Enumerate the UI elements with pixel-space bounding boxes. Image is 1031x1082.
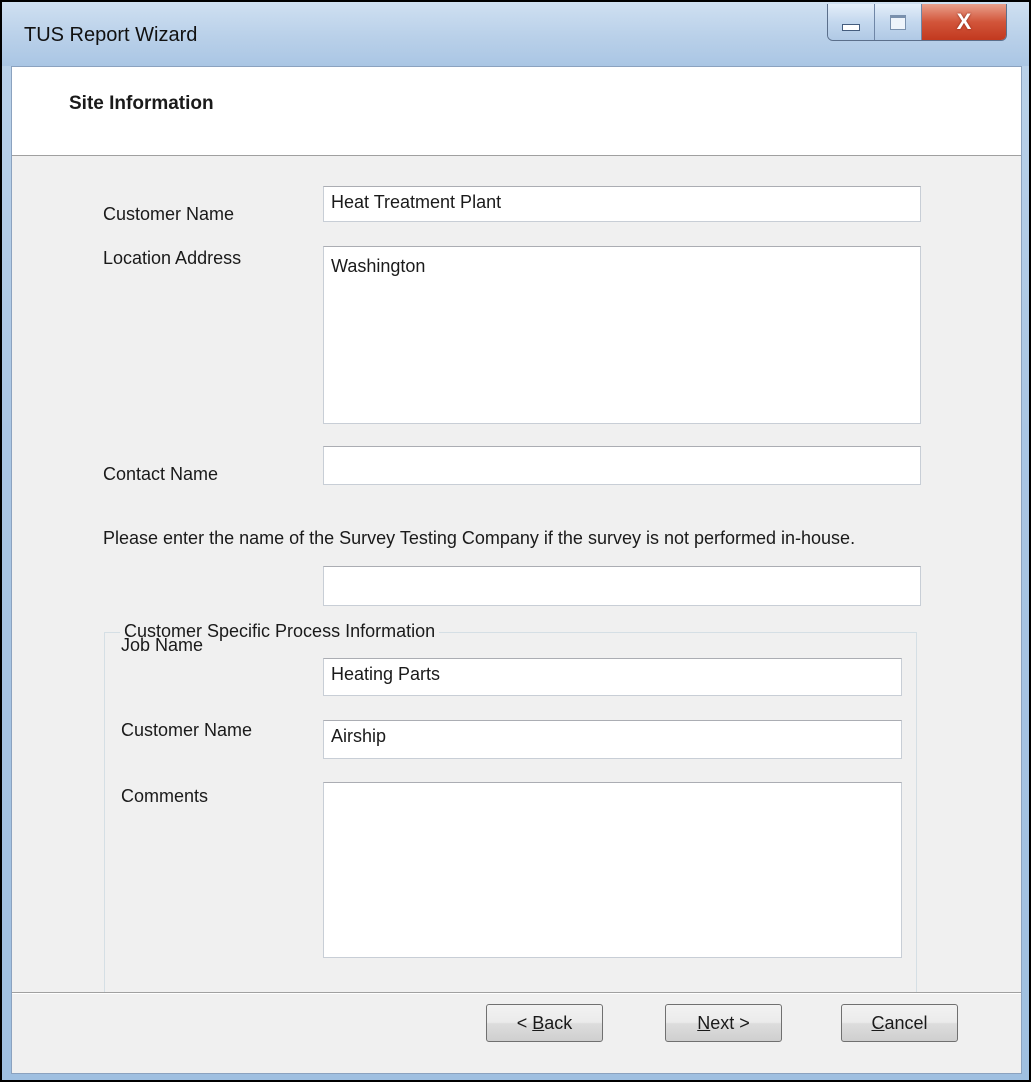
cancel-button-label: Cancel [871,1013,927,1034]
next-button[interactable]: Next > [665,1004,782,1042]
back-button[interactable]: < Back [486,1004,603,1042]
process-customer-name-field[interactable]: Airship [323,720,902,759]
back-button-label: < Back [517,1013,573,1034]
cancel-button[interactable]: Cancel [841,1004,958,1042]
footer-separator [12,992,1021,994]
back-button-label-prefix: < [516,1012,533,1033]
next-button-mnemonic: N [697,1012,711,1033]
close-button[interactable]: X [922,4,1006,40]
maximize-icon [890,14,906,30]
comments-label: Comments [121,786,209,806]
next-button-label-rest: ext > [710,1012,750,1033]
back-button-mnemonic: B [532,1012,545,1033]
wizard-client-area: Site Information Customer Name Heat Trea… [11,66,1022,1074]
survey-company-field[interactable] [323,566,921,606]
maximize-button[interactable] [875,4,922,40]
next-button-label: Next > [697,1013,750,1034]
location-address-field[interactable]: Washington [323,246,921,424]
page-title: Site Information [69,93,214,114]
wizard-header: Site Information [12,67,1021,156]
wizard-window: TUS Report Wizard X Site Information Cus… [0,0,1031,1082]
close-icon: X [956,9,972,34]
location-address-label: Location Address [103,248,242,268]
contact-name-field[interactable] [323,446,921,485]
survey-company-prompt: Please enter the name of the Survey Test… [103,528,856,548]
contact-name-label: Contact Name [103,464,219,484]
minimize-icon [842,23,860,31]
back-button-label-rest: ack [544,1012,573,1033]
job-name-label: Job Name [121,635,204,655]
cancel-button-mnemonic: C [871,1012,885,1033]
window-title: TUS Report Wizard [24,24,198,46]
minimize-button[interactable] [828,4,875,40]
caption-buttons: X [827,4,1007,41]
customer-name-field[interactable]: Heat Treatment Plant [323,186,921,222]
process-customer-name-label: Customer Name [121,720,253,740]
cancel-button-label-rest: ancel [884,1012,928,1033]
job-name-field[interactable]: Heating Parts [323,658,902,696]
comments-field[interactable] [323,782,902,958]
title-bar[interactable]: TUS Report Wizard X [2,2,1029,66]
customer-name-label: Customer Name [103,204,235,224]
